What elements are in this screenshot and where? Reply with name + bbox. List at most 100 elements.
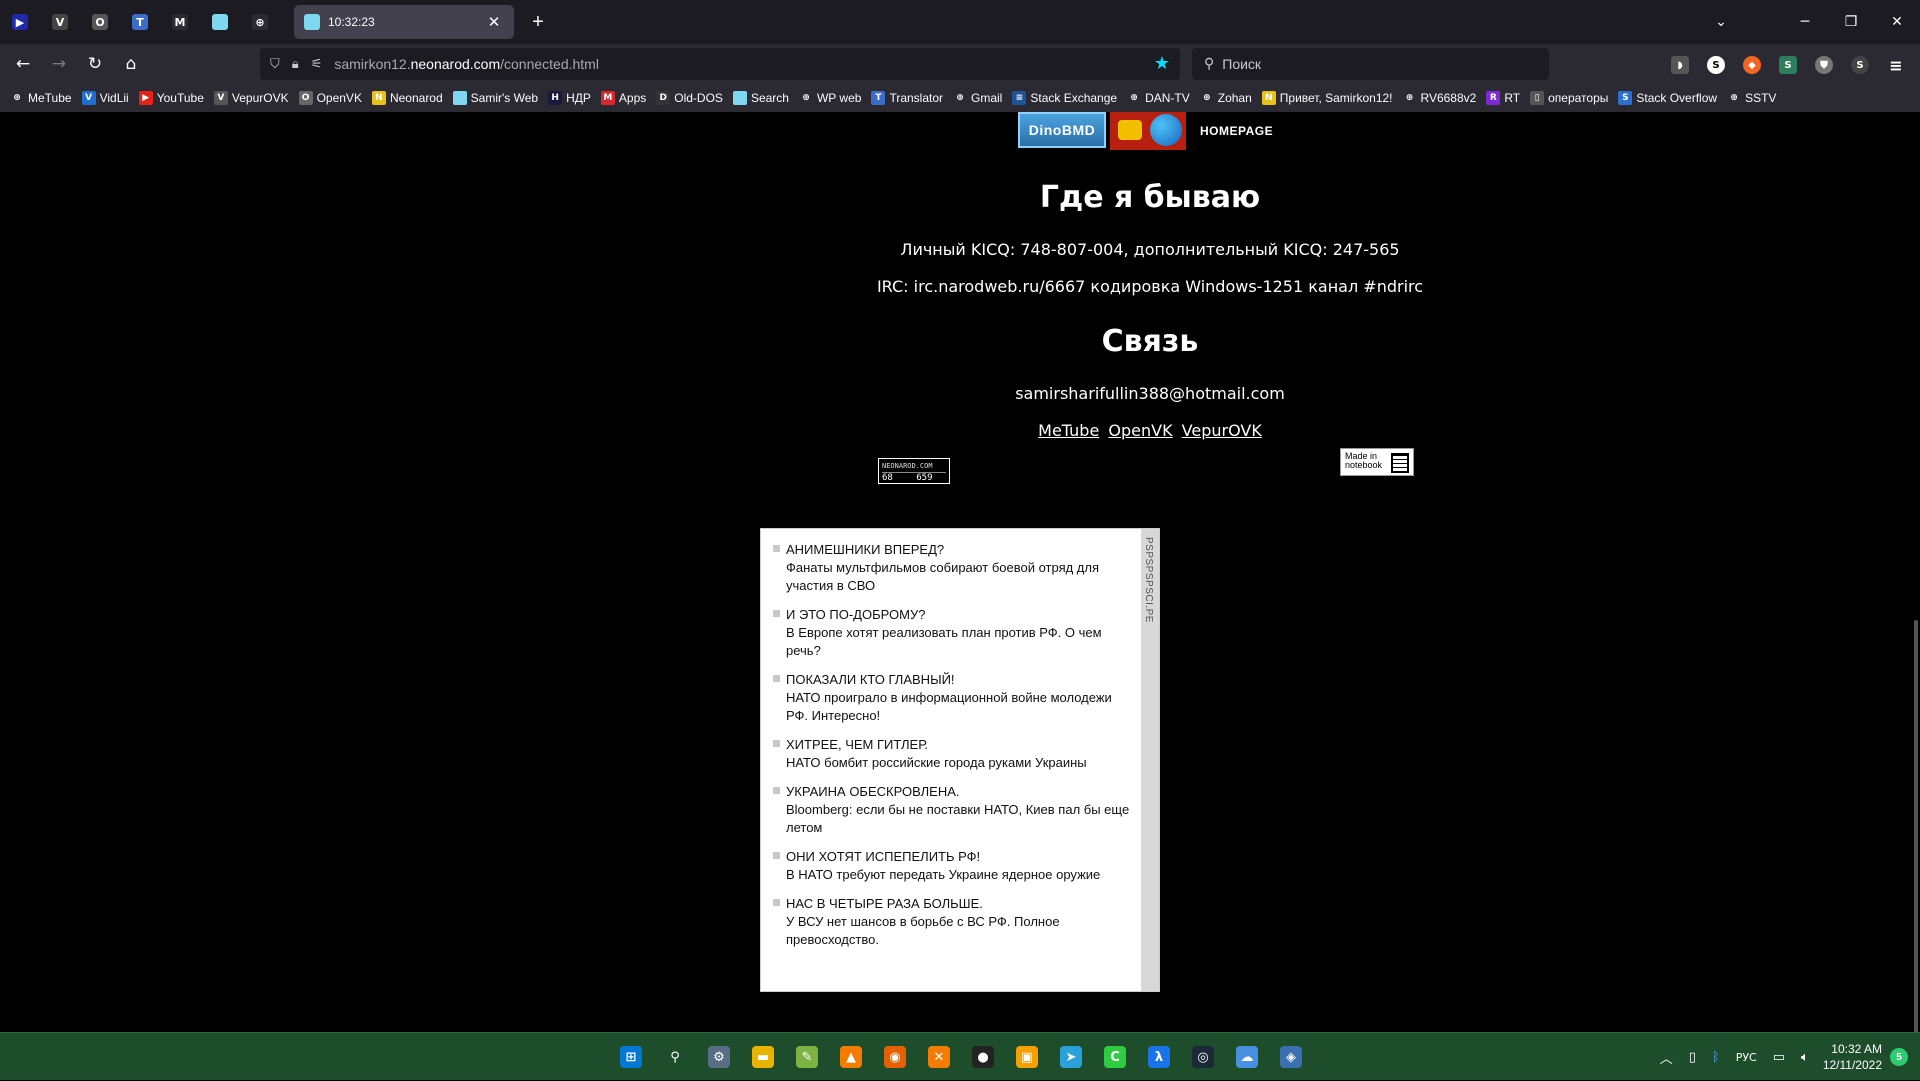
bookmark-item[interactable]: Search <box>732 91 789 105</box>
bookmark-item[interactable]: R RT <box>1486 91 1520 105</box>
bookmark-item[interactable]: ⊕ RV6688v2 <box>1402 91 1476 105</box>
obs-icon[interactable]: ● <box>968 1042 998 1072</box>
bluetooth-icon[interactable]: ᛒ <box>1712 1050 1720 1065</box>
usb-icon[interactable]: ▯ <box>1689 1050 1696 1065</box>
bookmark-item[interactable]: Н НДР <box>548 91 591 105</box>
start-button[interactable]: ⊞ <box>616 1042 646 1072</box>
xampp-icon[interactable]: ✕ <box>924 1042 954 1072</box>
world-badge-image[interactable] <box>1110 112 1186 150</box>
search-icon[interactable]: ⚲ <box>660 1042 690 1072</box>
pinned-tab-openvk[interactable]: O <box>80 6 120 38</box>
bookmark-item[interactable]: N Привет, Samirkon12! <box>1261 91 1393 105</box>
firefox-icon[interactable]: ◉ <box>880 1042 910 1072</box>
bookmark-item[interactable]: ⊕ DAN-TV <box>1127 91 1190 105</box>
news-item[interactable]: АНИМЕШНИКИ ВПЕРЕД? Фанаты мультфильмов со… <box>773 541 1131 595</box>
new-tab-button[interactable]: + <box>524 8 552 36</box>
metube-link[interactable]: MeTube <box>1038 421 1099 440</box>
minimize-button[interactable]: ─ <box>1782 0 1828 44</box>
list-all-tabs-icon[interactable]: ⌄ <box>1698 0 1744 44</box>
bookmark-item[interactable]: ⊕ Zohan <box>1199 91 1252 105</box>
reload-button[interactable]: ↻ <box>80 50 110 78</box>
homepage-link[interactable]: HOMEPAGE <box>1200 124 1273 138</box>
close-tab-icon[interactable]: ✕ <box>484 13 504 31</box>
bookmark-item[interactable]: S Stack Overflow <box>1618 91 1717 105</box>
news-headline[interactable]: ХИТРЕЕ, ЧЕМ ГИТЛЕР. <box>786 736 1087 754</box>
pinned-tab-web[interactable]: ⊕ <box>240 6 280 38</box>
forward-button[interactable]: → <box>44 50 74 78</box>
scrollbar-thumb[interactable] <box>1914 620 1918 1032</box>
pinned-tab-page[interactable] <box>200 6 240 38</box>
bookmark-item[interactable]: ⊕ Gmail <box>953 91 1002 105</box>
bookmark-item[interactable]: T Translator <box>871 91 943 105</box>
pocket-icon[interactable]: ◗ <box>1671 56 1689 74</box>
virtualbox-icon[interactable]: ◈ <box>1276 1042 1306 1072</box>
settings-icon[interactable]: ⚙ <box>704 1042 734 1072</box>
search-input[interactable]: ⚲ Поиск <box>1192 48 1549 80</box>
language-indicator[interactable]: РУС <box>1736 1051 1757 1064</box>
news-headline[interactable]: ОНИ ХОТЯТ ИСПЕПЕЛИТЬ РФ! <box>786 848 1100 866</box>
clock[interactable]: 10:32 AM 12/11/2022 <box>1823 1041 1882 1073</box>
news-summary[interactable]: В НАТО требуют передать Украине ядерное … <box>786 866 1100 884</box>
news-headline[interactable]: УКРАИНА ОБЕСКРОВЛЕНА. <box>786 783 1131 801</box>
news-widget-sidebar[interactable]: PSPSPSPSCI.PE <box>1141 529 1159 991</box>
bookmark-item[interactable]: V VepurOVK <box>213 91 289 105</box>
notepad-icon[interactable]: ✎ <box>792 1042 822 1072</box>
bookmark-item[interactable]: D Old-DOS <box>656 91 723 105</box>
bookmark-item[interactable]: N Neonarod <box>371 91 443 105</box>
pinned-tab-metube[interactable]: ▶ <box>0 6 40 38</box>
bookmark-item[interactable]: ⊕ MeTube <box>10 91 72 105</box>
network-icon[interactable]: ▭ <box>1773 1050 1785 1065</box>
news-headline[interactable]: АНИМЕШНИКИ ВПЕРЕД? <box>786 541 1131 559</box>
close-window-button[interactable]: ✕ <box>1874 0 1920 44</box>
telegram-icon[interactable]: ➤ <box>1056 1042 1086 1072</box>
bookmark-item[interactable]: M Apps <box>600 91 646 105</box>
virtual-desktop-icon[interactable]: ▣ <box>1012 1042 1042 1072</box>
pinned-tab-translator[interactable]: T <box>120 6 160 38</box>
bookmark-item[interactable]: ▶ YouTube <box>138 91 204 105</box>
url-bar[interactable]: ⛉ 🔒︎ ⚟ samirkon12.neonarod.com/connected… <box>260 48 1180 80</box>
news-item[interactable]: И ЭТО ПО-ДОБРОМУ? В Европе хотят реализов… <box>773 606 1131 660</box>
news-item[interactable]: НАС В ЧЕТЫРЕ РАЗА БОЛЬШЕ. У ВСУ нет шансо… <box>773 895 1131 949</box>
volume-icon[interactable]: 🔈︎ <box>1801 1050 1809 1065</box>
bookmark-item[interactable]: ⊕ WP web <box>798 91 861 105</box>
cloud-app-icon[interactable]: ☁ <box>1232 1042 1262 1072</box>
notification-badge[interactable]: 5 <box>1890 1048 1908 1066</box>
shield-icon[interactable]: ⛉ <box>270 57 280 72</box>
url-text[interactable]: samirkon12.neonarod.com/connected.html <box>334 56 599 72</box>
bookmark-item[interactable]: ⊕ SSTV <box>1727 91 1776 105</box>
bookmark-star-icon[interactable]: ★ <box>1154 53 1170 74</box>
active-tab[interactable]: 10:32:23 ✕ <box>294 5 514 39</box>
news-headline[interactable]: НАС В ЧЕТЫРЕ РАЗА БОЛЬШЕ. <box>786 895 1131 913</box>
visit-counter[interactable]: NEONAROD.COM 68 659 <box>878 458 950 484</box>
permissions-icon[interactable]: ⚟ <box>311 57 323 72</box>
bookmark-item[interactable]: V VidLii <box>81 91 129 105</box>
home-button[interactable]: ⌂ <box>116 50 146 78</box>
bookmark-item[interactable]: O OpenVK <box>298 91 362 105</box>
chevron-up-icon[interactable]: ︿ <box>1660 1048 1673 1067</box>
bookmark-item[interactable]: Samir's Web <box>452 91 538 105</box>
news-summary[interactable]: У ВСУ нет шансов в борьбе с ВС РФ. Полно… <box>786 913 1131 949</box>
openvk-link[interactable]: OpenVK <box>1108 421 1172 440</box>
vepurovk-link[interactable]: VepurOVK <box>1182 421 1262 440</box>
menu-icon[interactable]: ≡ <box>1887 56 1905 75</box>
brave-extension-icon[interactable]: ◆ <box>1743 56 1761 74</box>
extension-s2-icon[interactable]: S <box>1779 56 1797 74</box>
vlc-icon[interactable]: ▲ <box>836 1042 866 1072</box>
lock-icon[interactable]: 🔒︎ <box>292 57 299 72</box>
news-headline[interactable]: И ЭТО ПО-ДОБРОМУ? <box>786 606 1131 624</box>
news-item[interactable]: ПОКАЗАЛИ КТО ГЛАВНЫЙ! НАТО проиграло в ин… <box>773 671 1131 725</box>
dinobmd-banner[interactable]: DinoBMD <box>1018 112 1106 148</box>
news-item[interactable]: ХИТРЕЕ, ЧЕМ ГИТЛЕР. НАТО бомбит российски… <box>773 736 1131 772</box>
news-summary[interactable]: Фанаты мультфильмов собирают боевой отря… <box>786 559 1131 595</box>
extension-s3-icon[interactable]: S <box>1851 56 1869 74</box>
pinned-tab-vepurovk[interactable]: V <box>40 6 80 38</box>
news-item[interactable]: ОНИ ХОТЯТ ИСПЕПЕЛИТЬ РФ! В НАТО требуют п… <box>773 848 1131 884</box>
ublock-icon[interactable]: ⛊ <box>1815 56 1833 74</box>
bookmark-item[interactable]: ▯ операторы <box>1530 91 1608 105</box>
extension-s-icon[interactable]: S <box>1707 56 1725 74</box>
lambda-icon[interactable]: λ <box>1144 1042 1174 1072</box>
news-summary[interactable]: В Европе хотят реализовать план против Р… <box>786 624 1131 660</box>
pinned-tab-gmail[interactable]: M <box>160 6 200 38</box>
news-summary[interactable]: НАТО бомбит российские города руками Укр… <box>786 754 1087 772</box>
news-summary[interactable]: Bloomberg: если бы не поставки НАТО, Кие… <box>786 801 1131 837</box>
